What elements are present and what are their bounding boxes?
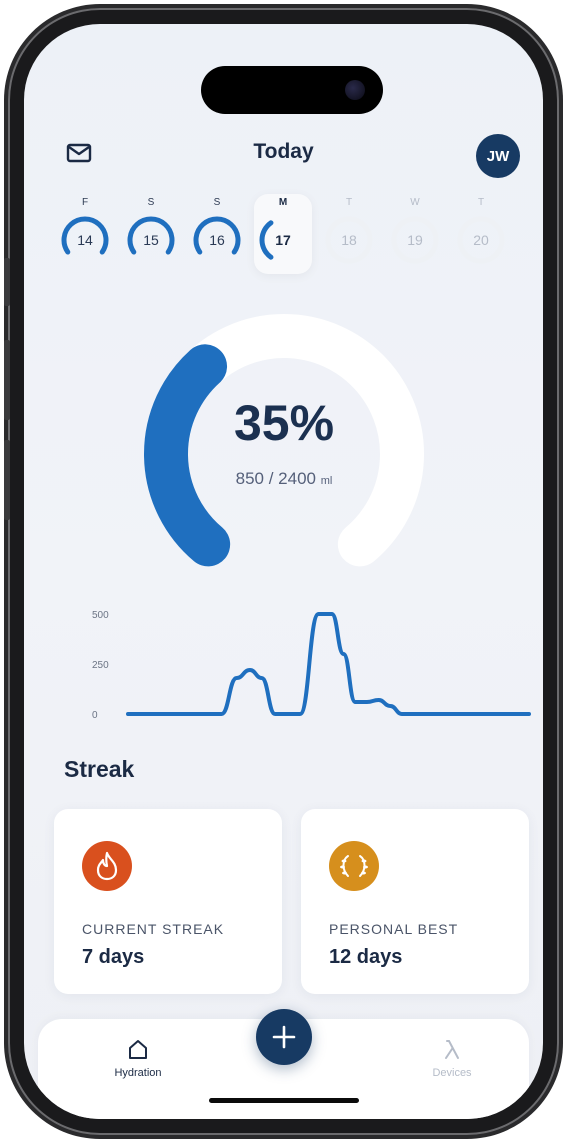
day-progress-ring: 17 xyxy=(257,214,309,266)
day-progress-ring: 14 xyxy=(59,214,111,266)
day-number: 15 xyxy=(143,232,159,248)
week-strip: F 14 S 15 S 16 M 17 T 18 W 19 T 20 xyxy=(56,194,516,274)
laurel-icon xyxy=(340,855,368,877)
day-18[interactable]: T 18 xyxy=(320,194,378,274)
day-letter: M xyxy=(278,197,288,208)
camera-icon xyxy=(345,80,365,100)
progress-amount: 850 / 2400 ml xyxy=(119,469,449,489)
day-14[interactable]: F 14 xyxy=(56,194,114,274)
day-letter: W xyxy=(410,197,420,208)
tab-devices[interactable]: Devices xyxy=(402,1037,502,1079)
day-16[interactable]: S 16 xyxy=(188,194,246,274)
personal-best-card: PERSONAL BEST 12 days xyxy=(301,809,529,994)
day-progress-ring: 18 xyxy=(323,214,375,266)
lambda-icon xyxy=(445,1040,459,1059)
laurel-icon-badge xyxy=(329,841,379,891)
day-19[interactable]: W 19 xyxy=(386,194,444,274)
day-number: 18 xyxy=(341,232,357,248)
home-indicator xyxy=(209,1098,359,1103)
day-letter: T xyxy=(477,197,485,208)
day-15[interactable]: S 15 xyxy=(122,194,180,274)
day-progress-ring: 19 xyxy=(389,214,441,266)
tab-hydration[interactable]: Hydration xyxy=(88,1037,188,1079)
plus-icon xyxy=(272,1025,296,1049)
personal-best-label: PERSONAL BEST xyxy=(329,921,459,937)
side-button xyxy=(4,258,10,306)
day-number: 20 xyxy=(473,232,489,248)
day-progress-ring: 16 xyxy=(191,214,243,266)
app-screen: Today JW F 14 S 15 S 16 M 17 T 18 W 19 T 20 35% 850 /… xyxy=(24,24,543,1119)
day-letter: S xyxy=(213,197,221,208)
intake-chart: 025050006121824 xyxy=(92,610,531,721)
personal-best-value: 12 days xyxy=(329,946,403,968)
day-number: 16 xyxy=(209,232,225,248)
side-button xyxy=(4,440,10,520)
header: Today JW xyxy=(24,134,543,184)
progress-percent: 35% xyxy=(233,395,335,451)
y-tick-label: 500 xyxy=(92,610,109,621)
day-letter: T xyxy=(345,197,353,208)
y-tick-label: 0 xyxy=(92,710,98,721)
current-streak-label: CURRENT STREAK xyxy=(82,921,225,937)
streak-heading: Streak xyxy=(64,756,135,782)
day-number: 19 xyxy=(407,232,423,248)
side-button xyxy=(4,340,10,420)
day-17[interactable]: M 17 xyxy=(254,194,312,274)
day-letter: F xyxy=(81,197,89,208)
current-streak-value: 7 days xyxy=(82,946,145,968)
page-title: Today xyxy=(253,140,314,163)
day-20[interactable]: T 20 xyxy=(452,194,510,274)
add-drink-button[interactable] xyxy=(256,1009,312,1065)
tab-devices-label: Devices xyxy=(432,1067,472,1079)
progress-amount-value: 850 / 2400 xyxy=(235,469,316,488)
flame-icon xyxy=(96,851,118,881)
avatar[interactable]: JW xyxy=(476,134,520,178)
dynamic-island xyxy=(201,66,383,114)
progress-amount-unit: ml xyxy=(320,475,333,487)
flame-icon-badge xyxy=(82,841,132,891)
tab-hydration-label: Hydration xyxy=(114,1067,162,1079)
intake-series-line xyxy=(126,612,531,716)
day-progress-ring: 15 xyxy=(125,214,177,266)
day-number: 17 xyxy=(275,232,291,248)
progress-gauge: 35% 850 / 2400 ml xyxy=(119,294,449,594)
day-number: 14 xyxy=(77,232,93,248)
home-icon xyxy=(129,1040,147,1059)
current-streak-card: CURRENT STREAK 7 days xyxy=(54,809,282,994)
y-tick-label: 250 xyxy=(92,660,109,671)
day-progress-ring: 20 xyxy=(455,214,507,266)
day-letter: S xyxy=(147,197,155,208)
